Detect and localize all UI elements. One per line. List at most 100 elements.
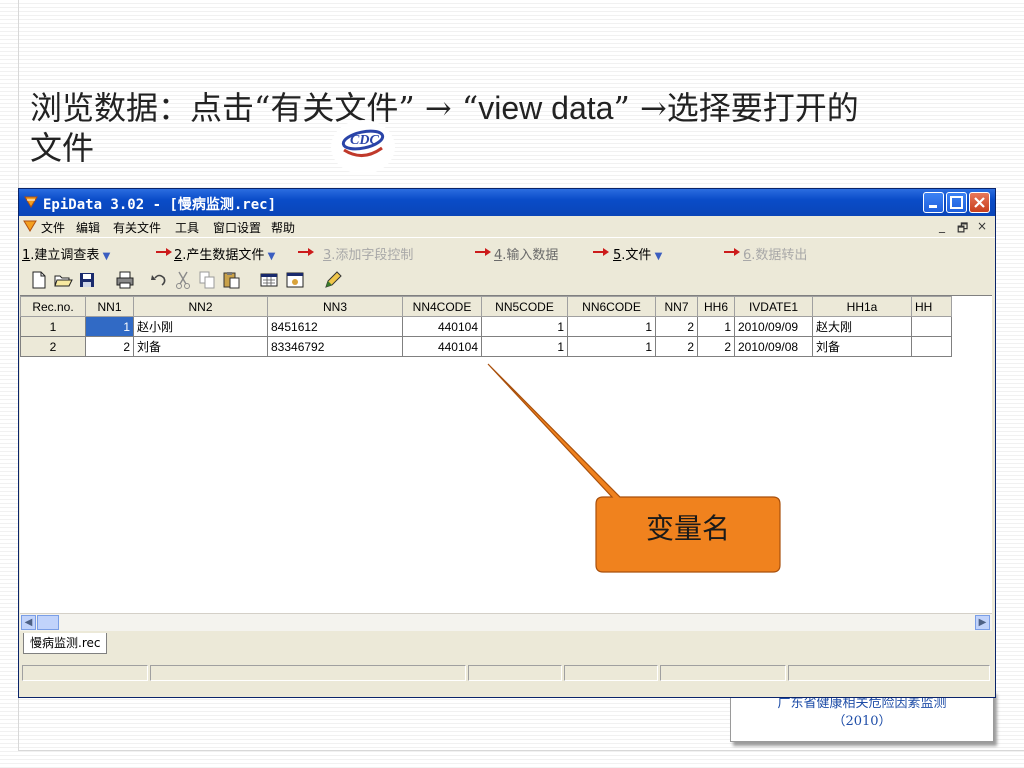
print-icon[interactable] xyxy=(115,270,135,290)
scroll-thumb[interactable] xyxy=(37,615,59,630)
title-arrow: → “ xyxy=(414,89,479,127)
status-bar xyxy=(20,663,992,683)
save-icon[interactable] xyxy=(77,270,97,290)
column-header[interactable]: NN5CODE xyxy=(481,296,568,317)
window-icon[interactable] xyxy=(285,270,305,290)
record-number-cell[interactable]: 1 xyxy=(20,316,86,337)
grid-cell[interactable]: 2010/09/08 xyxy=(734,336,813,357)
minimize-button[interactable] xyxy=(923,192,944,213)
step-1-define-questionnaire[interactable]: 1.建立调查表 ▼ xyxy=(22,244,110,263)
status-panel xyxy=(150,665,466,681)
maximize-icon xyxy=(950,196,963,209)
table-row: 2 2 刘备 83346792 440104 1 1 2 2 2010/09/0… xyxy=(20,336,952,357)
mdi-minimize-button[interactable]: _ xyxy=(939,219,945,233)
grid-cell[interactable]: 1 xyxy=(697,316,735,337)
column-header[interactable]: HH6 xyxy=(697,296,735,317)
window-titlebar[interactable]: EpiData 3.02 - [慢病监测.rec] xyxy=(19,189,995,216)
selected-cell[interactable]: 1 xyxy=(85,316,134,337)
epidata-window: EpiData 3.02 - [慢病监测.rec] 文件 编辑 有关文件 工具 … xyxy=(18,188,996,698)
column-header-recno[interactable]: Rec.no. xyxy=(20,296,86,317)
open-folder-icon[interactable] xyxy=(53,270,73,290)
workflow-toolbar: 1.建立调查表 ▼ 2.产生数据文件 ▼ 3.添加字段控制 4.输入数据 5.文… xyxy=(19,237,995,267)
column-header[interactable]: HH1a xyxy=(812,296,912,317)
grid-cell[interactable]: 赵小刚 xyxy=(133,316,268,337)
copy-icon[interactable] xyxy=(197,270,217,290)
grid-cell[interactable]: 1 xyxy=(481,316,568,337)
status-panel xyxy=(564,665,658,681)
grid-cell[interactable] xyxy=(911,336,952,357)
step-3-add-checks[interactable]: 3.添加字段控制 xyxy=(323,244,413,263)
minimize-icon xyxy=(929,205,937,208)
column-header[interactable]: NN2 xyxy=(133,296,268,317)
column-header[interactable]: NN3 xyxy=(267,296,403,317)
chevron-left-icon: ◀ xyxy=(24,617,33,628)
grid-cell[interactable]: 8451612 xyxy=(267,316,403,337)
menu-help[interactable]: 帮助 xyxy=(271,219,295,236)
scroll-left-button[interactable]: ◀ xyxy=(21,615,36,630)
grid-cell[interactable]: 2 xyxy=(697,336,735,357)
menu-related-files[interactable]: 有关文件 xyxy=(113,219,161,236)
grid-cell[interactable]: 440104 xyxy=(402,316,482,337)
column-header[interactable]: NN1 xyxy=(85,296,134,317)
status-panel xyxy=(22,665,148,681)
step-4-enter-data[interactable]: 4.输入数据 xyxy=(494,244,558,263)
slide-title: 浏览数据：点击“有关文件” → “view data” →选择要打开的 文件 xyxy=(30,88,1000,168)
column-header[interactable]: NN4CODE xyxy=(402,296,482,317)
column-header[interactable]: NN6CODE xyxy=(567,296,656,317)
window-title: EpiData 3.02 - [慢病监测.rec] xyxy=(43,197,277,213)
mdi-close-button[interactable]: × xyxy=(977,219,987,233)
cut-icon[interactable] xyxy=(173,270,193,290)
menu-window[interactable]: 窗口设置 xyxy=(213,219,261,236)
title-part-2: ” →选择要打开的 xyxy=(613,89,859,127)
grid-cell[interactable]: 440104 xyxy=(402,336,482,357)
grid-cell[interactable]: 刘备 xyxy=(133,336,268,357)
document-menu-icon[interactable] xyxy=(23,219,37,233)
data-grid-area: Rec.no. NN1 NN2 NN3 NN4CODE NN5CODE NN6C… xyxy=(20,295,992,614)
grid-cell[interactable]: 1 xyxy=(481,336,568,357)
horizontal-scrollbar[interactable]: ◀ ▶ xyxy=(20,613,992,631)
step-arrow-icon xyxy=(156,248,172,256)
title-line-2: 文件 xyxy=(30,129,95,167)
pencil-icon[interactable] xyxy=(323,270,343,290)
step-arrow-icon xyxy=(593,248,609,256)
data-grid: Rec.no. NN1 NN2 NN3 NN4CODE NN5CODE NN6C… xyxy=(20,296,952,357)
grid-cell[interactable]: 赵大刚 xyxy=(812,316,912,337)
menubar: 文件 编辑 有关文件 工具 窗口设置 帮助 _ 🗗 × xyxy=(19,216,995,237)
grid-cell[interactable]: 2 xyxy=(85,336,134,357)
paste-icon[interactable] xyxy=(221,270,241,290)
grid-cell[interactable]: 刘备 xyxy=(812,336,912,357)
step-arrow-icon xyxy=(475,248,491,256)
column-header[interactable]: IVDATE1 xyxy=(734,296,813,317)
calculator-icon[interactable] xyxy=(259,270,279,290)
grid-cell[interactable]: 1 xyxy=(567,336,656,357)
callout-label: 变量名 xyxy=(645,512,730,545)
grid-cell[interactable]: 2010/09/09 xyxy=(734,316,813,337)
menu-file[interactable]: 文件 xyxy=(41,219,65,236)
step-2-make-datafile[interactable]: 2.产生数据文件 ▼ xyxy=(174,244,275,263)
step-arrow-icon xyxy=(724,248,740,256)
grid-cell[interactable]: 2 xyxy=(655,336,698,357)
new-file-icon[interactable] xyxy=(29,270,49,290)
close-icon xyxy=(974,197,985,208)
grid-cell[interactable]: 83346792 xyxy=(267,336,403,357)
cdc-logo-icon: CDC xyxy=(331,120,395,174)
close-button[interactable] xyxy=(969,192,990,213)
epidata-app-icon[interactable] xyxy=(24,195,38,209)
svg-text:CDC: CDC xyxy=(350,133,379,148)
record-number-cell[interactable]: 2 xyxy=(20,336,86,357)
grid-cell[interactable] xyxy=(911,316,952,337)
scroll-right-button[interactable]: ▶ xyxy=(975,615,990,630)
step-6-export-data[interactable]: 6.数据转出 xyxy=(743,244,807,263)
column-header[interactable]: NN7 xyxy=(655,296,698,317)
grid-cell[interactable]: 2 xyxy=(655,316,698,337)
maximize-button[interactable] xyxy=(946,192,967,213)
status-panel xyxy=(788,665,990,681)
undo-icon[interactable] xyxy=(149,270,169,290)
menu-edit[interactable]: 编辑 xyxy=(76,219,100,236)
grid-cell[interactable]: 1 xyxy=(567,316,656,337)
status-panel xyxy=(660,665,786,681)
step-5-documents[interactable]: 5.文件 ▼ xyxy=(613,244,662,263)
menu-tools[interactable]: 工具 xyxy=(175,219,199,236)
column-header[interactable]: HH xyxy=(911,296,952,317)
tab-document[interactable]: 慢病监测.rec xyxy=(23,633,108,654)
